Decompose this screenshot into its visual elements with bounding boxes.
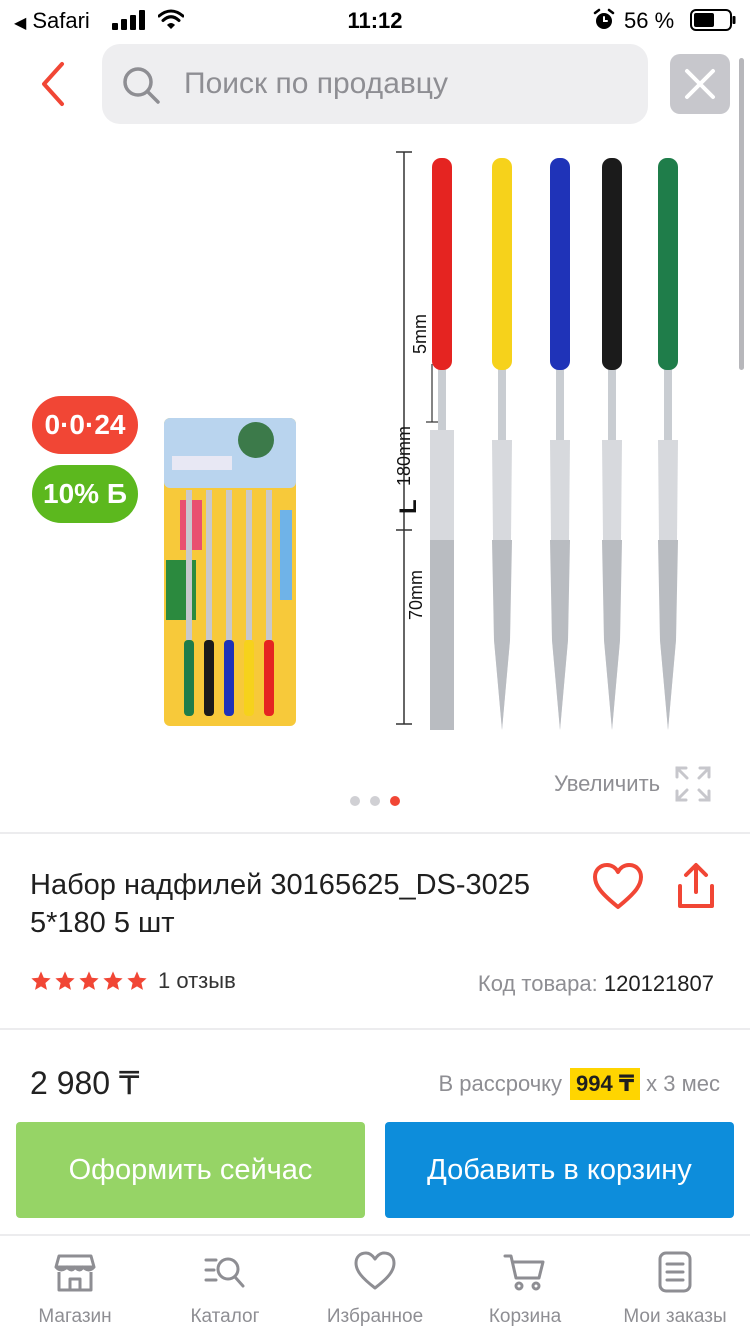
installment-badge: 0·0·24 (32, 396, 138, 454)
pager-dot[interactable] (370, 796, 380, 806)
product-code: Код товара: 120121807 (478, 971, 714, 997)
product-gallery[interactable]: 5mm 180mm L 70mm 0·0·24 10% Б Увеличить (0, 130, 750, 830)
star-icon (127, 971, 147, 990)
star-icon (55, 971, 75, 990)
tab-cart[interactable]: Корзина (450, 1236, 600, 1334)
product-code-label: Код товара: (477, 971, 598, 996)
installment-amount: 994 ₸ (570, 1068, 641, 1100)
search-header (0, 40, 750, 130)
installment-suffix: х 3 мес (646, 1071, 720, 1096)
needle-files (430, 158, 678, 730)
divider (0, 1028, 750, 1030)
product-title: Набор надфилей 30165625_DS-3025 5*180 5 … (30, 869, 531, 939)
image-label-70mm: 70mm (406, 570, 426, 620)
tab-store[interactable]: Магазин (0, 1236, 150, 1334)
status-bar: ◀ Safari 11:12 56 % (0, 0, 750, 40)
tab-label: Мои заказы (623, 1306, 727, 1327)
pager-dot[interactable] (390, 796, 400, 806)
bottom-tab-bar: Магазин Каталог Избранное Корзина Мои за… (0, 1234, 750, 1334)
divider (0, 832, 750, 834)
tab-label: Избранное (326, 1306, 424, 1327)
installment-prefix: В рассрочку (438, 1071, 563, 1096)
bonus-badge: 10% Б (32, 465, 138, 523)
tab-favorites[interactable]: Избранное (300, 1236, 450, 1334)
tab-catalog[interactable]: Каталог (150, 1236, 300, 1334)
orders-icon (658, 1251, 692, 1293)
installment-info: В рассрочку 994 ₸ х 3 мес (438, 1068, 720, 1100)
needle-file (430, 158, 454, 730)
tab-label: Каталог (190, 1306, 260, 1327)
gallery-pager (0, 796, 750, 806)
needle-file (492, 158, 512, 730)
needle-file (550, 158, 570, 730)
star-icon (79, 971, 99, 990)
needle-file (602, 158, 622, 730)
image-label-180mm: 180mm (394, 426, 414, 486)
back-chevron-icon[interactable] (30, 58, 78, 110)
star-icon (103, 971, 123, 990)
store-icon (54, 1254, 96, 1292)
catalog-search-icon (204, 1257, 245, 1288)
rating-stars (30, 970, 148, 992)
alarm-icon (593, 8, 615, 29)
product-image[interactable]: 5mm 180mm L 70mm (60, 140, 740, 730)
close-icon (685, 69, 715, 99)
zoom-label: Увеличить (554, 771, 661, 796)
battery-icon (690, 9, 736, 31)
package-image (164, 418, 296, 726)
add-to-cart-button[interactable]: Добавить в корзину (385, 1122, 734, 1218)
tab-orders[interactable]: Мои заказы (600, 1236, 750, 1334)
needle-file (658, 158, 678, 730)
image-label-5mm: 5mm (410, 314, 430, 354)
star-icon (31, 971, 51, 990)
tab-label: Корзина (488, 1306, 562, 1327)
product-code-value: 120121807 (603, 971, 714, 996)
search-icon (123, 67, 160, 104)
scrollbar[interactable] (739, 58, 744, 370)
seller-search-box[interactable] (102, 44, 648, 124)
battery-percentage: 56 % (624, 8, 675, 33)
heart-icon (354, 1251, 396, 1290)
seller-search-input[interactable] (184, 58, 624, 110)
cart-icon (503, 1254, 545, 1291)
product-price: 2 980 ₸ (30, 1065, 140, 1101)
tab-label: Магазин (38, 1306, 112, 1327)
product-rating[interactable]: 1 отзыв (30, 968, 236, 994)
share-icon[interactable] (672, 862, 720, 910)
review-count-link[interactable]: 1 отзыв (158, 968, 236, 994)
image-label-l: L (395, 499, 422, 514)
heart-icon[interactable] (592, 862, 644, 912)
pager-dot[interactable] (350, 796, 360, 806)
close-search-button[interactable] (670, 54, 730, 114)
buy-now-button[interactable]: Оформить сейчас (16, 1122, 365, 1218)
